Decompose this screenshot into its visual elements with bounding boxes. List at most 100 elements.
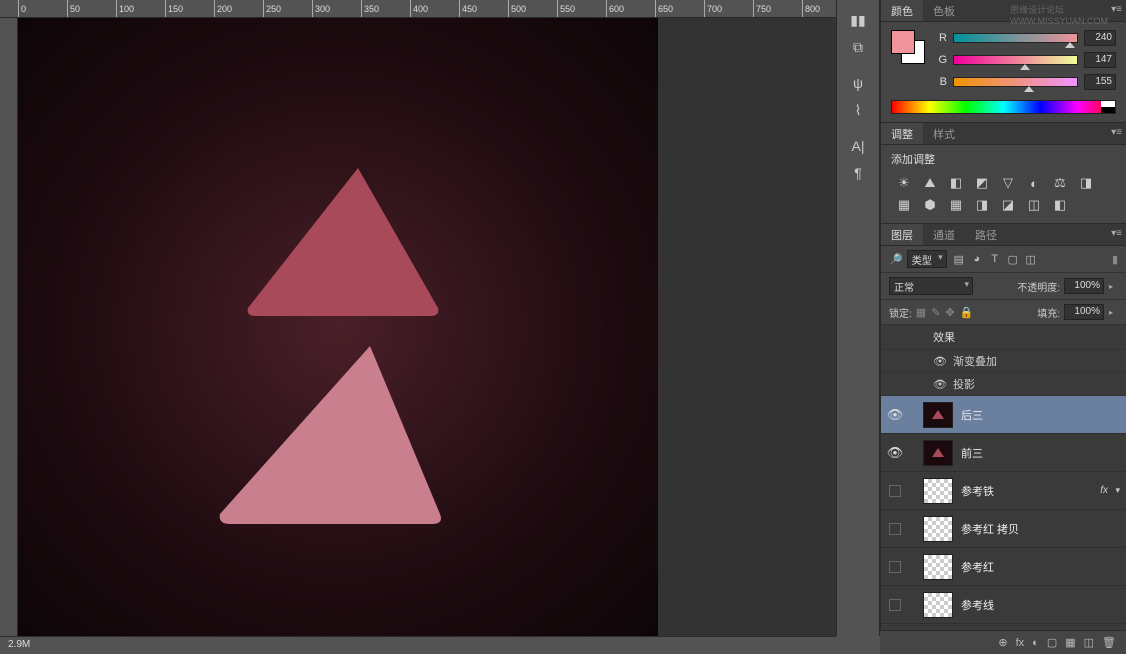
lock-all-icon[interactable]: 🔒: [960, 306, 974, 319]
layer-filter-dropdown[interactable]: 类型: [907, 250, 947, 268]
layer-name-label[interactable]: 参考红: [957, 559, 1126, 575]
layer-effects-header[interactable]: 效果: [881, 325, 1126, 350]
adjustment-icon[interactable]: ◨: [973, 197, 991, 213]
layer-toolbar-icon[interactable]: ◐: [1032, 637, 1039, 649]
adjustment-icon[interactable]: ◨: [1077, 175, 1095, 191]
adjustment-icon[interactable]: ◩: [973, 175, 991, 191]
layer-name-label[interactable]: 前三: [957, 445, 1126, 461]
adjustment-icon[interactable]: ▦: [947, 197, 965, 213]
layer-visibility-icon[interactable]: [889, 599, 901, 611]
opacity-input[interactable]: 100%: [1064, 278, 1104, 294]
layer-toolbar-icon[interactable]: fx: [1016, 637, 1025, 649]
layer-visibility-icon[interactable]: [889, 561, 901, 573]
adjustment-icon[interactable]: ◧: [947, 175, 965, 191]
layer-filter-icon[interactable]: ◫: [1023, 251, 1039, 267]
adjustment-icon[interactable]: ◪: [999, 197, 1017, 213]
layer-row[interactable]: 参考线: [881, 586, 1126, 624]
layer-row[interactable]: 参考红: [881, 548, 1126, 586]
tab-paths[interactable]: 路径: [965, 224, 1007, 245]
layer-row[interactable]: 👁 前三: [881, 434, 1126, 472]
color-swatch-pair[interactable]: [891, 30, 925, 64]
layer-visibility-icon[interactable]: [889, 523, 901, 535]
adjustment-icon[interactable]: ⛰: [921, 175, 939, 191]
canvas-area[interactable]: [18, 18, 836, 636]
panel-histogram-icon[interactable]: ▮▮: [844, 8, 872, 32]
effect-visibility-icon[interactable]: 👁: [933, 378, 947, 391]
layer-visibility-icon[interactable]: [889, 485, 901, 497]
panel-brushpresets-icon[interactable]: ⌇: [844, 98, 872, 122]
tab-color[interactable]: 颜色: [881, 0, 923, 21]
blend-mode-dropdown[interactable]: 正常: [889, 277, 973, 295]
layer-filter-icon[interactable]: ▢: [1005, 251, 1021, 267]
layer-thumbnail[interactable]: [923, 402, 953, 428]
adjustment-icon[interactable]: ☀: [895, 175, 913, 191]
layer-row[interactable]: 👁 后三: [881, 396, 1126, 434]
ruler-horizontal[interactable]: 0501001502002503003504004505005506006507…: [0, 0, 836, 18]
chevron-down-icon[interactable]: ▾: [1115, 485, 1120, 496]
adjustment-icon[interactable]: ◐: [1025, 175, 1043, 191]
adjustment-icon[interactable]: ◧: [1051, 197, 1069, 213]
adjustment-icon[interactable]: ▽: [999, 175, 1017, 191]
lock-pixels-icon[interactable]: ▦: [916, 306, 926, 319]
layer-thumbnail[interactable]: [923, 592, 953, 618]
layer-toolbar-icon[interactable]: ▦: [1065, 636, 1075, 649]
layer-name-label[interactable]: 后三: [957, 407, 1126, 423]
layer-list[interactable]: 效果👁渐变叠加👁投影👁 后三👁 前三 参考铁fx▾ 参考红 拷贝 参考红 参考线: [881, 325, 1126, 654]
layer-filter-icon[interactable]: ◕: [969, 251, 985, 267]
adjustment-icon[interactable]: ◫: [1025, 197, 1043, 213]
color-value-input[interactable]: 240: [1084, 30, 1116, 46]
filter-toggle-icon[interactable]: ▮: [1112, 253, 1118, 266]
tab-styles[interactable]: 样式: [923, 123, 965, 144]
layer-name-label[interactable]: 参考红 拷贝: [957, 521, 1126, 537]
layers-panel-menu-icon[interactable]: ▾≡: [1111, 228, 1122, 239]
tab-channels[interactable]: 通道: [923, 224, 965, 245]
layer-filter-icon[interactable]: ▤: [951, 251, 967, 267]
layer-row[interactable]: 参考铁fx▾: [881, 472, 1126, 510]
adjustment-icon[interactable]: ⚖: [1051, 175, 1069, 191]
layer-visibility-icon[interactable]: 👁: [887, 407, 904, 423]
layer-fx-badge[interactable]: fx: [1100, 485, 1108, 496]
layer-toolbar-icon[interactable]: ⊕: [998, 636, 1007, 649]
tab-layers[interactable]: 图层: [881, 224, 923, 245]
layer-toolbar-icon[interactable]: 🗑: [1102, 636, 1116, 649]
color-value-input[interactable]: 155: [1084, 74, 1116, 90]
color-slider-track[interactable]: [953, 77, 1078, 87]
adjustments-panel-menu-icon[interactable]: ▾≡: [1111, 127, 1122, 138]
panel-brush-icon[interactable]: ψ: [844, 71, 872, 95]
adjustment-icon[interactable]: ⬢: [921, 197, 939, 213]
layer-effect-item[interactable]: 👁渐变叠加: [881, 350, 1126, 373]
layer-thumbnail[interactable]: [923, 554, 953, 580]
effect-visibility-icon[interactable]: 👁: [933, 355, 947, 368]
shape-triangle-back[interactable]: [218, 158, 458, 318]
layer-row[interactable]: 参考红 拷贝: [881, 510, 1126, 548]
ruler-tick: 700: [704, 0, 722, 18]
panel-paragraph-icon[interactable]: ¶: [844, 161, 872, 185]
layer-thumbnail[interactable]: [923, 478, 953, 504]
color-spectrum-bar[interactable]: [891, 100, 1116, 114]
layer-effect-item[interactable]: 👁投影: [881, 373, 1126, 396]
fill-input[interactable]: 100%: [1064, 304, 1104, 320]
lock-move-icon[interactable]: ✥: [945, 306, 954, 319]
document-canvas[interactable]: [18, 18, 658, 636]
tab-adjustments[interactable]: 调整: [881, 123, 923, 144]
layer-thumbnail[interactable]: [923, 516, 953, 542]
color-value-input[interactable]: 147: [1084, 52, 1116, 68]
tab-swatches[interactable]: 色板: [923, 0, 965, 21]
lock-paint-icon[interactable]: ✎: [931, 306, 940, 319]
ruler-tick: 350: [361, 0, 379, 18]
panel-character-icon[interactable]: A|: [844, 134, 872, 158]
layer-name-label[interactable]: 参考线: [957, 597, 1126, 613]
layer-filter-icon[interactable]: T: [987, 251, 1003, 267]
foreground-color-swatch[interactable]: [891, 30, 915, 54]
layer-visibility-icon[interactable]: 👁: [887, 445, 904, 461]
status-bar: 2.9M: [0, 636, 836, 654]
layer-thumbnail[interactable]: [923, 440, 953, 466]
color-slider-track[interactable]: [953, 55, 1078, 65]
ruler-vertical[interactable]: [0, 18, 18, 636]
panel-navigator-icon[interactable]: ⧉: [844, 35, 872, 59]
color-slider-track[interactable]: [953, 33, 1078, 43]
shape-triangle-front[interactable]: [200, 338, 460, 528]
layer-toolbar-icon[interactable]: ◫: [1084, 636, 1094, 649]
adjustment-icon[interactable]: ▦: [895, 197, 913, 213]
layer-toolbar-icon[interactable]: ▢: [1047, 636, 1057, 649]
